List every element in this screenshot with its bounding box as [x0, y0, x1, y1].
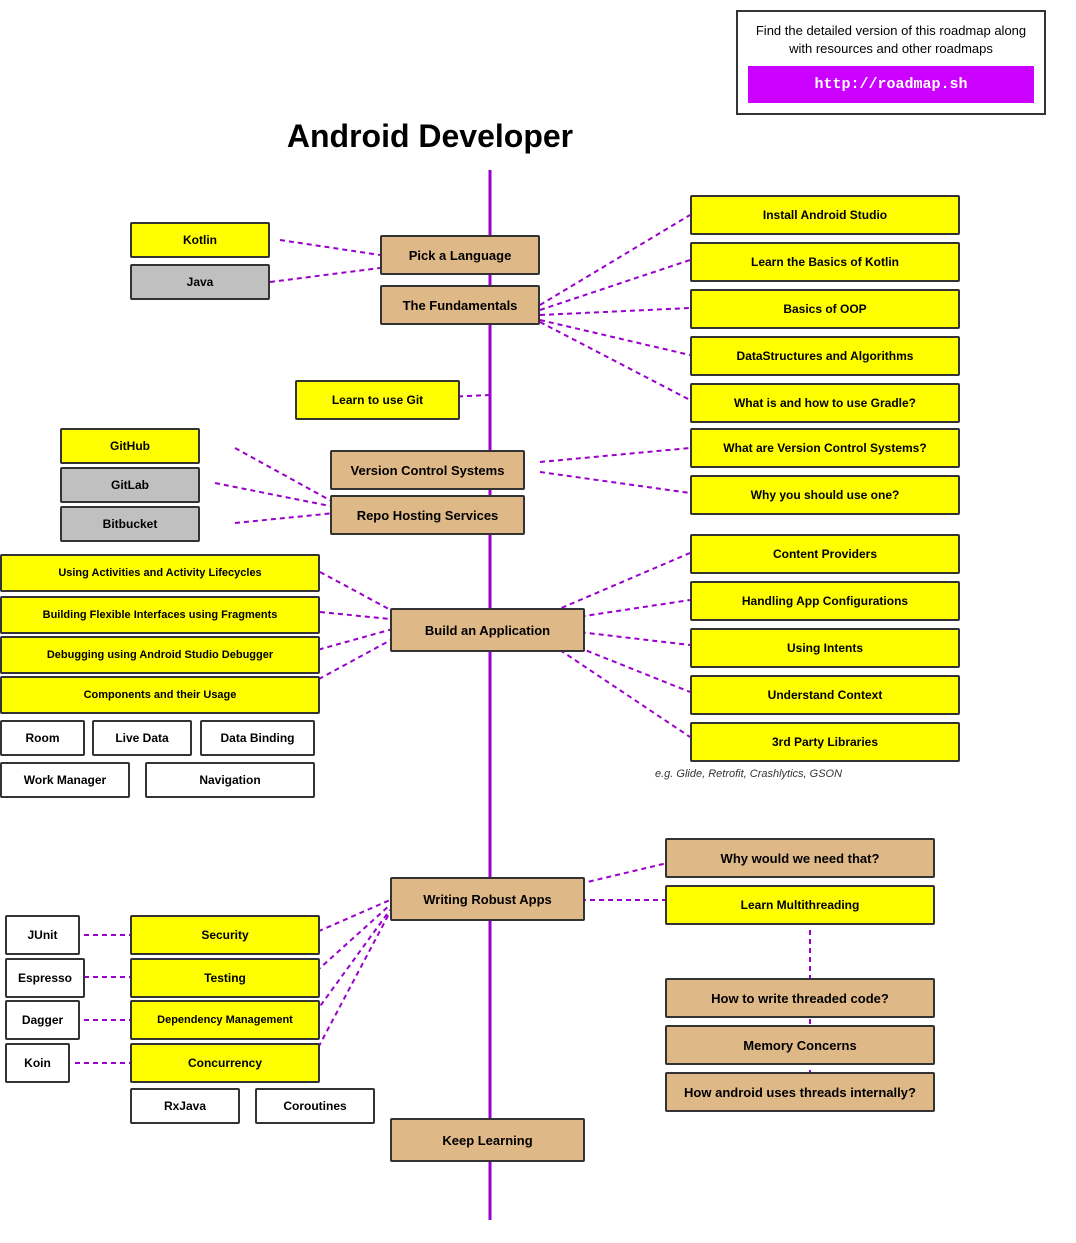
node-writing-robust: Writing Robust Apps	[390, 877, 585, 921]
page-title: Android Developer	[180, 118, 680, 155]
node-understand-context: Understand Context	[690, 675, 960, 715]
info-box: Find the detailed version of this roadma…	[736, 10, 1046, 115]
node-activities: Using Activities and Activity Lifecycles	[0, 554, 320, 592]
node-data-structures: DataStructures and Algorithms	[690, 336, 960, 376]
node-gradle: What is and how to use Gradle?	[690, 383, 960, 423]
node-livedata: Live Data	[92, 720, 192, 756]
node-using-intents: Using Intents	[690, 628, 960, 668]
node-what-vcs: What are Version Control Systems?	[690, 428, 960, 468]
node-keep-learning: Keep Learning	[390, 1118, 585, 1162]
node-memory: Memory Concerns	[665, 1025, 935, 1065]
node-vcs: Version Control Systems	[330, 450, 525, 490]
node-pick-language: Pick a Language	[380, 235, 540, 275]
node-bitbucket: Bitbucket	[60, 506, 200, 542]
node-debugging: Debugging using Android Studio Debugger	[0, 636, 320, 674]
node-dagger: Dagger	[5, 1000, 80, 1040]
node-concurrency: Concurrency	[130, 1043, 320, 1083]
node-build-app: Build an Application	[390, 608, 585, 652]
node-testing: Testing	[130, 958, 320, 998]
info-box-text: Find the detailed version of this roadma…	[756, 23, 1026, 56]
node-fundamentals: The Fundamentals	[380, 285, 540, 325]
node-fragments: Building Flexible Interfaces using Fragm…	[0, 596, 320, 634]
node-coroutines: Coroutines	[255, 1088, 375, 1124]
node-koin: Koin	[5, 1043, 70, 1083]
node-gitlab: GitLab	[60, 467, 200, 503]
node-github: GitHub	[60, 428, 200, 464]
node-content-providers: Content Providers	[690, 534, 960, 574]
node-espresso: Espresso	[5, 958, 85, 998]
node-workmanager: Work Manager	[0, 762, 130, 798]
node-room: Room	[0, 720, 85, 756]
node-multithreading: Learn Multithreading	[665, 885, 935, 925]
node-learn-kotlin: Learn the Basics of Kotlin	[690, 242, 960, 282]
node-android-threads: How android uses threads internally?	[665, 1072, 935, 1112]
node-databinding: Data Binding	[200, 720, 315, 756]
node-java: Java	[130, 264, 270, 300]
node-kotlin: Kotlin	[130, 222, 270, 258]
node-threaded-code: How to write threaded code?	[665, 978, 935, 1018]
node-components: Components and their Usage	[0, 676, 320, 714]
node-basics-oop: Basics of OOP	[690, 289, 960, 329]
node-dep-management: Dependency Management	[130, 1000, 320, 1040]
node-install-android: Install Android Studio	[690, 195, 960, 235]
node-security: Security	[130, 915, 320, 955]
roadmap-link[interactable]: http://roadmap.sh	[748, 66, 1034, 103]
node-third-party: 3rd Party Libraries	[690, 722, 960, 762]
node-why-vcs: Why you should use one?	[690, 475, 960, 515]
node-learn-git: Learn to use Git	[295, 380, 460, 420]
node-junit: JUnit	[5, 915, 80, 955]
node-navigation: Navigation	[145, 762, 315, 798]
third-party-examples: e.g. Glide, Retrofit, Crashlytics, GSON	[655, 768, 842, 780]
node-rxjava: RxJava	[130, 1088, 240, 1124]
node-handling-config: Handling App Configurations	[690, 581, 960, 621]
node-repo-hosting: Repo Hosting Services	[330, 495, 525, 535]
node-why-need: Why would we need that?	[665, 838, 935, 878]
